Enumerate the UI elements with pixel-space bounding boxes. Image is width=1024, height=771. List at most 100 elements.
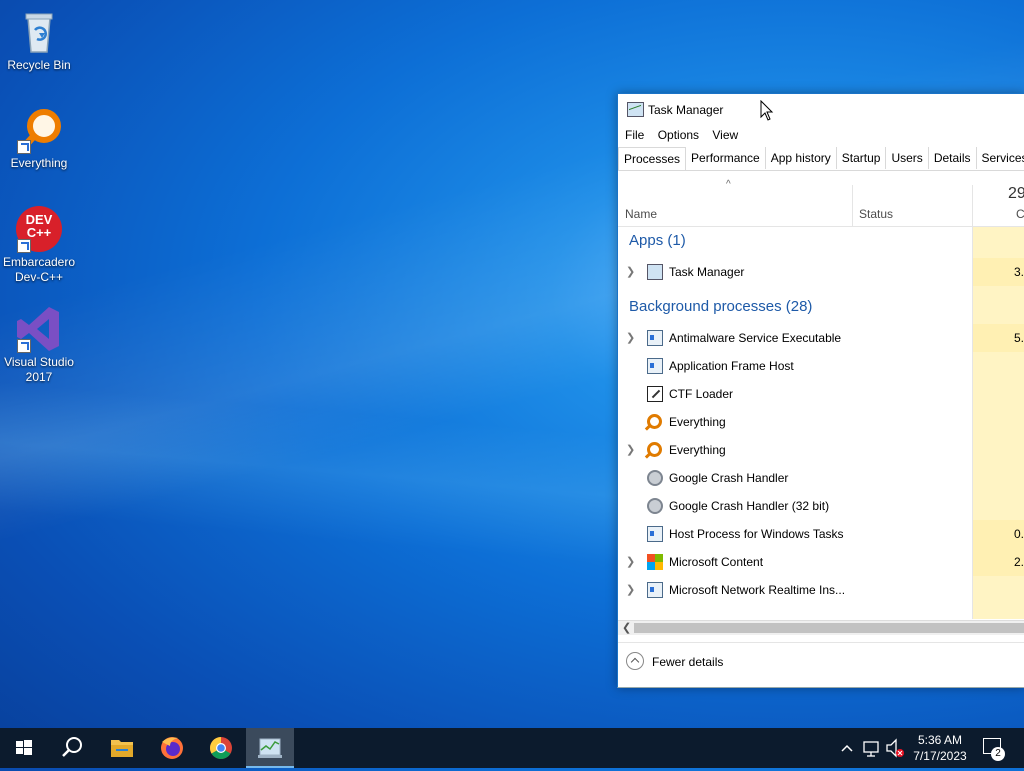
notification-count-badge: 2 [991,747,1005,761]
column-name[interactable]: Name [625,207,657,221]
chrome-button[interactable] [197,728,245,768]
menu-file[interactable]: File [625,125,644,145]
process-name: Everything [669,443,726,457]
tab-app-history[interactable]: App history [766,147,837,169]
desktop-icon-recycle-bin[interactable]: Recycle Bin [0,8,78,73]
search-button[interactable] [48,728,96,768]
chevron-right-icon[interactable]: ❯ [626,265,635,278]
process-name: Application Frame Host [669,359,794,373]
menu-bar: File Options View [618,125,741,147]
file-explorer-button[interactable] [98,728,146,768]
tab-services[interactable]: Services [977,147,1024,169]
search-icon [48,728,96,768]
app-window-icon [647,358,663,374]
process-row[interactable]: ❯ Microsoft Content 2. [618,548,1024,576]
column-cpu[interactable]: C [1016,207,1024,221]
process-name: CTF Loader [669,387,733,401]
recycle-bin-icon [15,8,63,56]
devcpp-icon: DEV C++ [15,205,63,253]
column-header: ^ Name Status 29 C [618,171,1024,227]
desktop-icon-label: Everything [0,156,78,171]
devcpp-logo-text: DEV C++ [21,213,57,239]
everything-search-icon [647,414,662,429]
task-manager-taskbar-button[interactable] [246,728,294,768]
cpu-total-percent: 29 [1008,185,1024,203]
tab-startup[interactable]: Startup [837,147,887,169]
process-row[interactable]: Everything [618,408,1024,436]
footer-bar: Fewer details [618,642,1024,687]
process-row[interactable]: Google Crash Handler [618,464,1024,492]
process-row[interactable]: ❯ Microsoft Network Realtime Ins... [618,576,1024,604]
shortcut-arrow-icon [17,339,31,353]
process-cpu: 5. [1014,331,1024,345]
process-row[interactable]: ❯ Antimalware Service Executable 5. [618,324,1024,352]
chevron-up-circle-icon[interactable] [626,652,644,670]
tab-performance[interactable]: Performance [686,147,766,169]
process-name: Google Crash Handler (32 bit) [669,499,829,513]
process-row[interactable]: Host Process for Windows Tasks 0. [618,520,1024,548]
process-cpu: 0. [1014,527,1024,541]
everything-icon [15,106,63,154]
chevron-right-icon[interactable]: ❯ [626,555,635,568]
column-divider[interactable] [972,185,973,226]
app-window-icon [647,526,663,542]
chevron-right-icon[interactable]: ❯ [626,583,635,596]
tab-strip: ProcessesPerformanceApp historyStartupUs… [618,147,1024,171]
process-row[interactable]: ❯ Everything [618,436,1024,464]
desktop-icon-label: Embarcadero Dev-C++ [0,255,78,285]
app-window-icon [647,582,663,598]
group-header-apps: Apps (1) [629,232,686,249]
firefox-button[interactable] [148,728,196,768]
scroll-left-icon[interactable]: ❮ [622,621,631,634]
everything-search-icon [647,442,662,457]
horizontal-scrollbar[interactable]: ❮ [618,620,1024,635]
process-cpu: 3. [1014,265,1024,279]
desktop-icon-everything[interactable]: Everything [0,106,78,171]
clock-time: 5:36 AM [905,732,975,748]
tab-processes[interactable]: Processes [618,147,686,171]
desktop-icon-label: Recycle Bin [0,58,78,73]
process-name: Everything [669,415,726,429]
process-name: Microsoft Content [669,555,763,569]
scrollbar-thumb[interactable] [634,623,1024,633]
file-explorer-icon [98,728,146,768]
process-name: Host Process for Windows Tasks [669,527,844,541]
window-title: Task Manager [648,103,723,117]
gear-icon [647,470,663,486]
fewer-details-button[interactable]: Fewer details [652,655,723,669]
start-button[interactable] [0,728,48,768]
menu-options[interactable]: Options [658,125,699,145]
column-divider[interactable] [852,185,853,226]
process-row[interactable]: Google Crash Handler (32 bit) [618,492,1024,520]
sort-indicator-icon: ^ [726,179,731,190]
visual-studio-icon [15,305,63,353]
desktop-icon-devcpp[interactable]: DEV C++ Embarcadero Dev-C++ [0,205,78,285]
notepad-icon [647,386,663,402]
title-bar[interactable]: Task Manager [618,94,1024,124]
network-icon[interactable] [860,728,882,768]
chevron-right-icon[interactable]: ❯ [626,443,635,456]
clock[interactable]: 5:36 AM 7/17/2023 [905,732,975,764]
chrome-icon [197,728,245,768]
process-name: Antimalware Service Executable [669,331,841,345]
tab-details[interactable]: Details [929,147,977,169]
process-row[interactable]: CTF Loader [618,380,1024,408]
start-icon [0,728,48,768]
task-manager-icon [627,102,644,117]
task-manager-window[interactable]: Task Manager File Options View Processes… [617,93,1024,688]
process-row[interactable]: ❯ Task Manager 3. [618,258,1024,286]
clock-date: 7/17/2023 [905,748,975,764]
shortcut-arrow-icon [17,140,31,154]
shortcut-arrow-icon [17,239,31,253]
menu-view[interactable]: View [712,125,738,145]
column-status[interactable]: Status [859,207,893,221]
taskbar: 5:36 AM 7/17/2023 2 [0,728,1024,768]
process-row[interactable]: Application Frame Host [618,352,1024,380]
process-list[interactable]: Apps (1) ❯ Task Manager 3. Background pr… [618,227,1024,619]
volume-muted-icon[interactable] [884,728,906,768]
firefox-icon [148,728,196,768]
tab-users[interactable]: Users [886,147,928,169]
desktop-icon-visual-studio[interactable]: Visual Studio 2017 [0,305,78,385]
chevron-right-icon[interactable]: ❯ [626,331,635,344]
show-hidden-icons-chevron-up-icon[interactable] [838,728,856,768]
